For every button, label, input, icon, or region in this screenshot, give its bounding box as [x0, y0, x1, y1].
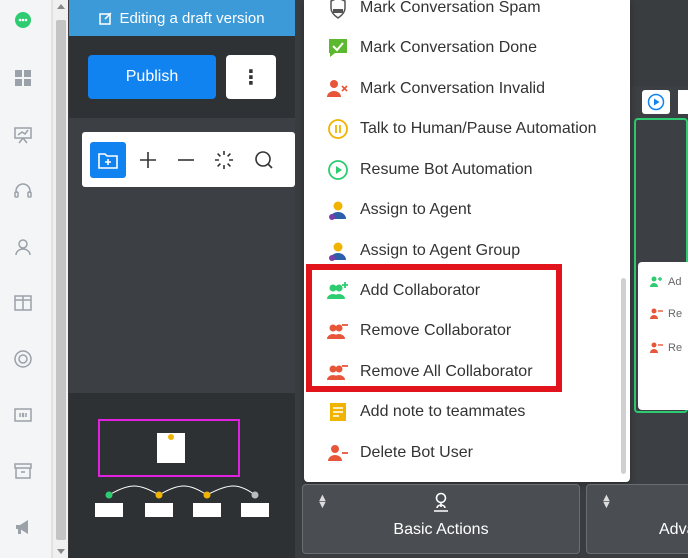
scroll-up-icon[interactable]	[57, 4, 65, 9]
dashboard-icon[interactable]	[12, 67, 34, 89]
megaphone-icon[interactable]	[12, 516, 34, 538]
person-pin-icon	[434, 492, 448, 512]
left-sidebar	[0, 0, 52, 558]
node-action-label: Re	[668, 342, 683, 354]
support-ring-icon[interactable]	[12, 348, 34, 370]
zoom-in-button[interactable]	[130, 142, 166, 178]
minus-icon	[178, 159, 194, 161]
agent-group-icon	[329, 242, 346, 261]
menu-item-mark-done[interactable]: Mark Conversation Done	[326, 33, 537, 63]
more-options-button[interactable]: ⋮	[226, 55, 276, 99]
presentation-icon[interactable]	[12, 124, 34, 146]
canvas-toolbar	[82, 132, 295, 187]
agent-icon	[329, 201, 346, 220]
menu-item-delete-bot-user[interactable]: Delete Bot User	[326, 438, 473, 468]
tab-basic-label: Basic Actions	[393, 521, 489, 538]
sort-arrows-icon: ▲ ▼	[317, 492, 328, 511]
node-action-label: Ad	[668, 276, 682, 288]
archive-icon[interactable]	[12, 460, 34, 482]
play-icon	[647, 93, 665, 111]
loader-icon	[215, 151, 233, 169]
tab-advanced-label: Adva	[659, 521, 688, 538]
check-chat-icon	[329, 39, 347, 57]
sidebar-scrollbar[interactable]	[52, 0, 68, 558]
plus-icon	[140, 152, 156, 168]
node-action-label: Re	[668, 308, 683, 320]
pause-icon	[328, 119, 348, 139]
tab-basic-actions[interactable]: ▲ ▼ Basic Actions	[302, 484, 580, 554]
add-folder-icon	[98, 153, 118, 169]
highlight-box	[306, 264, 562, 392]
menu-item-mark-spam[interactable]: Mark Conversation Spam	[326, 0, 541, 23]
publish-button[interactable]: Publish	[88, 55, 216, 99]
fit-view-button[interactable]	[206, 142, 242, 178]
remove-all-collaborator-icon	[650, 342, 663, 353]
basic-actions-menu: Mark Conversation Spam Mark Conversation…	[304, 0, 630, 482]
node-note-badge[interactable]	[678, 90, 688, 114]
menu-scrollbar[interactable]	[621, 278, 626, 474]
menu-item-add-note[interactable]: Add note to teammates	[326, 397, 525, 427]
flow-node-actions: Ad Re Re	[638, 262, 688, 410]
add-collaborator-icon	[650, 276, 662, 287]
menu-item-resume-bot[interactable]: Resume Bot Automation	[326, 155, 533, 185]
user-x-icon	[327, 80, 348, 97]
remove-collaborator-icon	[650, 308, 663, 319]
delete-user-icon	[328, 445, 348, 461]
menu-item-assign-agent-group[interactable]: Assign to Agent Group	[326, 236, 520, 266]
menu-item-talk-to-human[interactable]: Talk to Human/Pause Automation	[326, 114, 597, 144]
draft-banner: Editing a draft version	[69, 0, 295, 36]
zoom-out-button[interactable]	[168, 142, 204, 178]
note-icon	[330, 403, 346, 421]
minimap-viewport[interactable]	[98, 419, 240, 477]
tab-advanced-actions[interactable]: ▲▼ Adva	[586, 484, 688, 554]
user-icon[interactable]	[12, 236, 34, 258]
play-icon	[328, 160, 348, 180]
chat-logo-icon[interactable]	[12, 10, 34, 32]
search-icon	[255, 151, 273, 169]
scroll-down-icon[interactable]	[57, 549, 65, 554]
headset-icon[interactable]	[12, 180, 34, 202]
layout-icon[interactable]	[12, 292, 34, 314]
menu-item-mark-invalid[interactable]: Mark Conversation Invalid	[326, 74, 545, 104]
node-action-item: Re	[650, 342, 682, 354]
node-action-item: Ad	[650, 276, 681, 288]
scroll-thumb[interactable]	[56, 20, 66, 540]
ratio-icon[interactable]	[12, 404, 34, 426]
add-folder-button[interactable]	[90, 142, 126, 178]
spam-icon	[330, 0, 346, 19]
search-button[interactable]	[246, 142, 282, 178]
node-action-item: Re	[650, 308, 682, 320]
sort-arrows-icon: ▲ ▼	[601, 492, 612, 511]
draft-banner-text: Editing a draft version	[119, 9, 265, 27]
edit-icon	[99, 12, 112, 25]
node-play-badge[interactable]	[642, 90, 670, 114]
menu-item-assign-agent[interactable]: Assign to Agent	[326, 195, 471, 225]
